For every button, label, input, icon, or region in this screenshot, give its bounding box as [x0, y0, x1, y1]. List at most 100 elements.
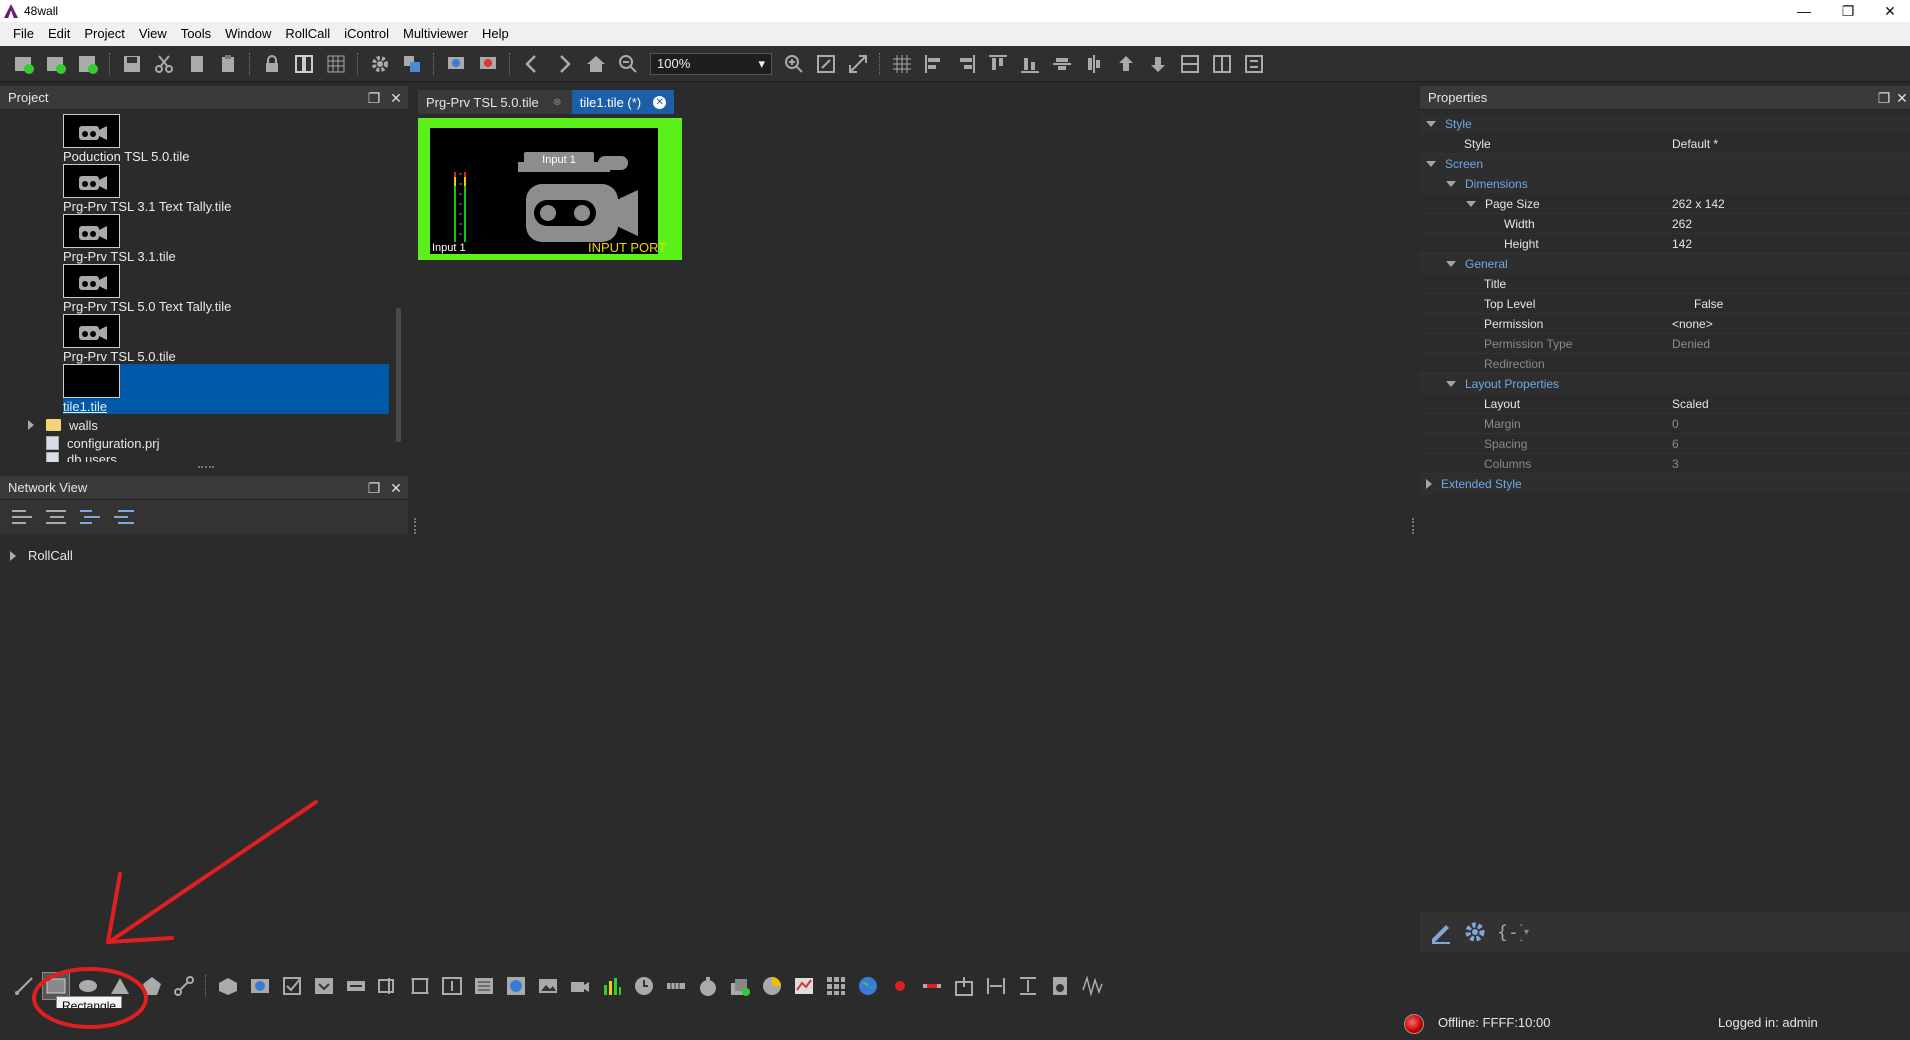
- clock-widget-button[interactable]: [630, 972, 658, 1000]
- menu-rollcall[interactable]: RollCall: [278, 22, 337, 46]
- close-window-button[interactable]: ✕: [1868, 0, 1910, 22]
- hspace-widget-button[interactable]: [982, 972, 1010, 1000]
- prop-row-redirection[interactable]: Redirection: [1420, 354, 1910, 374]
- prop-group-general[interactable]: General: [1420, 254, 1910, 274]
- lock-button[interactable]: [258, 50, 286, 78]
- graph-widget-button[interactable]: [790, 972, 818, 1000]
- script-braces-icon[interactable]: {-}: [1496, 919, 1522, 945]
- sort-icon[interactable]: [112, 506, 136, 528]
- list-widget-button[interactable]: [470, 972, 498, 1000]
- menu-multiviewer[interactable]: Multiviewer: [396, 22, 475, 46]
- prop-row-spacing[interactable]: Spacing 6: [1420, 434, 1910, 454]
- prop-row-columns[interactable]: Columns 3: [1420, 454, 1910, 474]
- prop-row-permission[interactable]: Permission <none>: [1420, 314, 1910, 334]
- close-tab-icon[interactable]: ⊗: [551, 96, 564, 109]
- prop-value[interactable]: Scaled: [1672, 397, 1709, 411]
- copy-button[interactable]: [182, 50, 210, 78]
- prop-row-width[interactable]: Width 262: [1420, 214, 1910, 234]
- router-widget-button[interactable]: [950, 972, 978, 1000]
- menu-edit[interactable]: Edit: [41, 22, 77, 46]
- tile-item[interactable]: Prg-Prv TSL 5.0.tile: [63, 314, 389, 364]
- align-hcenter-button[interactable]: [1048, 50, 1076, 78]
- prop-value[interactable]: 142: [1672, 237, 1692, 251]
- tree-file-configuration[interactable]: configuration.prj: [46, 434, 160, 452]
- text-widget-button[interactable]: [374, 972, 402, 1000]
- tile-item-selected[interactable]: tile1.tile: [63, 364, 389, 414]
- waveform-widget-button[interactable]: [1078, 972, 1106, 1000]
- menu-help[interactable]: Help: [475, 22, 516, 46]
- prop-value[interactable]: False: [1694, 297, 1723, 311]
- prop-value[interactable]: <none>: [1672, 317, 1713, 331]
- connector-tool-button[interactable]: [170, 972, 198, 1000]
- close-panel-icon[interactable]: ✕: [388, 480, 404, 496]
- prop-value[interactable]: Default *: [1672, 137, 1718, 151]
- expand-all-icon[interactable]: [10, 506, 34, 528]
- forward-button[interactable]: [550, 50, 578, 78]
- minimize-button[interactable]: —: [1782, 0, 1826, 22]
- connect-button[interactable]: [442, 50, 470, 78]
- expand-arrow-icon[interactable]: [28, 420, 34, 430]
- prop-row-permission-type[interactable]: Permission Type Denied: [1420, 334, 1910, 354]
- frame-widget-button[interactable]: [406, 972, 434, 1000]
- prop-group-extended-style[interactable]: Extended Style: [1420, 474, 1910, 494]
- disconnect-button[interactable]: [474, 50, 502, 78]
- network-tree-root[interactable]: RollCall: [10, 548, 73, 563]
- tab-tile1[interactable]: tile1.tile (*) ✕: [571, 90, 675, 114]
- expand-arrow-icon[interactable]: [1446, 261, 1456, 267]
- bar-widget-button[interactable]: [918, 972, 946, 1000]
- device-button[interactable]: [398, 50, 426, 78]
- box-widget-button[interactable]: [214, 972, 242, 1000]
- prop-group-screen[interactable]: Screen: [1420, 154, 1910, 174]
- home-button[interactable]: [582, 50, 610, 78]
- splitter-handle[interactable]: [1412, 518, 1415, 534]
- prop-row-page-size[interactable]: Page Size 262 x 142: [1420, 194, 1910, 214]
- menu-file[interactable]: File: [6, 22, 41, 46]
- prop-group-layout-properties[interactable]: Layout Properties: [1420, 374, 1910, 394]
- menu-window[interactable]: Window: [218, 22, 278, 46]
- tile-item[interactable]: Poduction TSL 5.0.tile: [63, 114, 389, 164]
- tile-item[interactable]: Prg-Prv TSL 3.1 Text Tally.tile: [63, 164, 389, 214]
- audio-meter-widget-button[interactable]: [598, 972, 626, 1000]
- float-panel-icon[interactable]: ❐: [366, 90, 382, 106]
- combobox-widget-button[interactable]: [310, 972, 338, 1000]
- send-back-button[interactable]: [1144, 50, 1172, 78]
- splitter-handle[interactable]: [414, 518, 417, 534]
- align-right-button[interactable]: [952, 50, 980, 78]
- prop-row-title[interactable]: Title: [1420, 274, 1910, 294]
- speaker-widget-button[interactable]: [1046, 972, 1074, 1000]
- grid-widget-button[interactable]: [822, 972, 850, 1000]
- chevron-down-icon[interactable]: ▾: [1524, 927, 1529, 938]
- bring-front-button[interactable]: [1112, 50, 1140, 78]
- distribute-h-button[interactable]: [1176, 50, 1204, 78]
- expand-arrow-icon[interactable]: [1446, 381, 1456, 387]
- expand-arrow-icon[interactable]: [1426, 161, 1436, 167]
- prop-row-top-level[interactable]: Top Level False: [1420, 294, 1910, 314]
- image-widget-button[interactable]: [534, 972, 562, 1000]
- menu-view[interactable]: View: [132, 22, 174, 46]
- input-name-box[interactable]: Input 1: [524, 152, 594, 168]
- save-button[interactable]: [118, 50, 146, 78]
- close-panel-icon[interactable]: ✕: [1894, 90, 1910, 106]
- tile-content[interactable]: Input 1: [430, 128, 658, 254]
- align-top-button[interactable]: [984, 50, 1012, 78]
- slider-widget-button[interactable]: [342, 972, 370, 1000]
- checkbox-widget-button[interactable]: [278, 972, 306, 1000]
- grid-button[interactable]: [322, 50, 350, 78]
- prop-row-height[interactable]: Height 142: [1420, 234, 1910, 254]
- cut-button[interactable]: [150, 50, 178, 78]
- zoom-fit-button[interactable]: [812, 50, 840, 78]
- menu-project[interactable]: Project: [77, 22, 131, 46]
- tile-canvas[interactable]: Input 1 Input 1 INPUT PORT: [418, 118, 682, 260]
- prop-row-style[interactable]: Style Default *: [1420, 134, 1910, 154]
- circle-widget-button[interactable]: [502, 972, 530, 1000]
- zoom-select[interactable]: 100% ▾: [650, 52, 772, 75]
- edit-icon[interactable]: [1428, 919, 1454, 945]
- same-size-button[interactable]: [1240, 50, 1268, 78]
- settings-button[interactable]: [366, 50, 394, 78]
- layout-button[interactable]: [290, 50, 318, 78]
- expand-arrow-icon[interactable]: [1426, 479, 1432, 489]
- tree-file-db-users[interactable]: db.users: [46, 452, 117, 462]
- new-wall-button[interactable]: [42, 50, 70, 78]
- expand-arrow-icon[interactable]: [1466, 200, 1476, 207]
- filter-icon[interactable]: [78, 506, 102, 528]
